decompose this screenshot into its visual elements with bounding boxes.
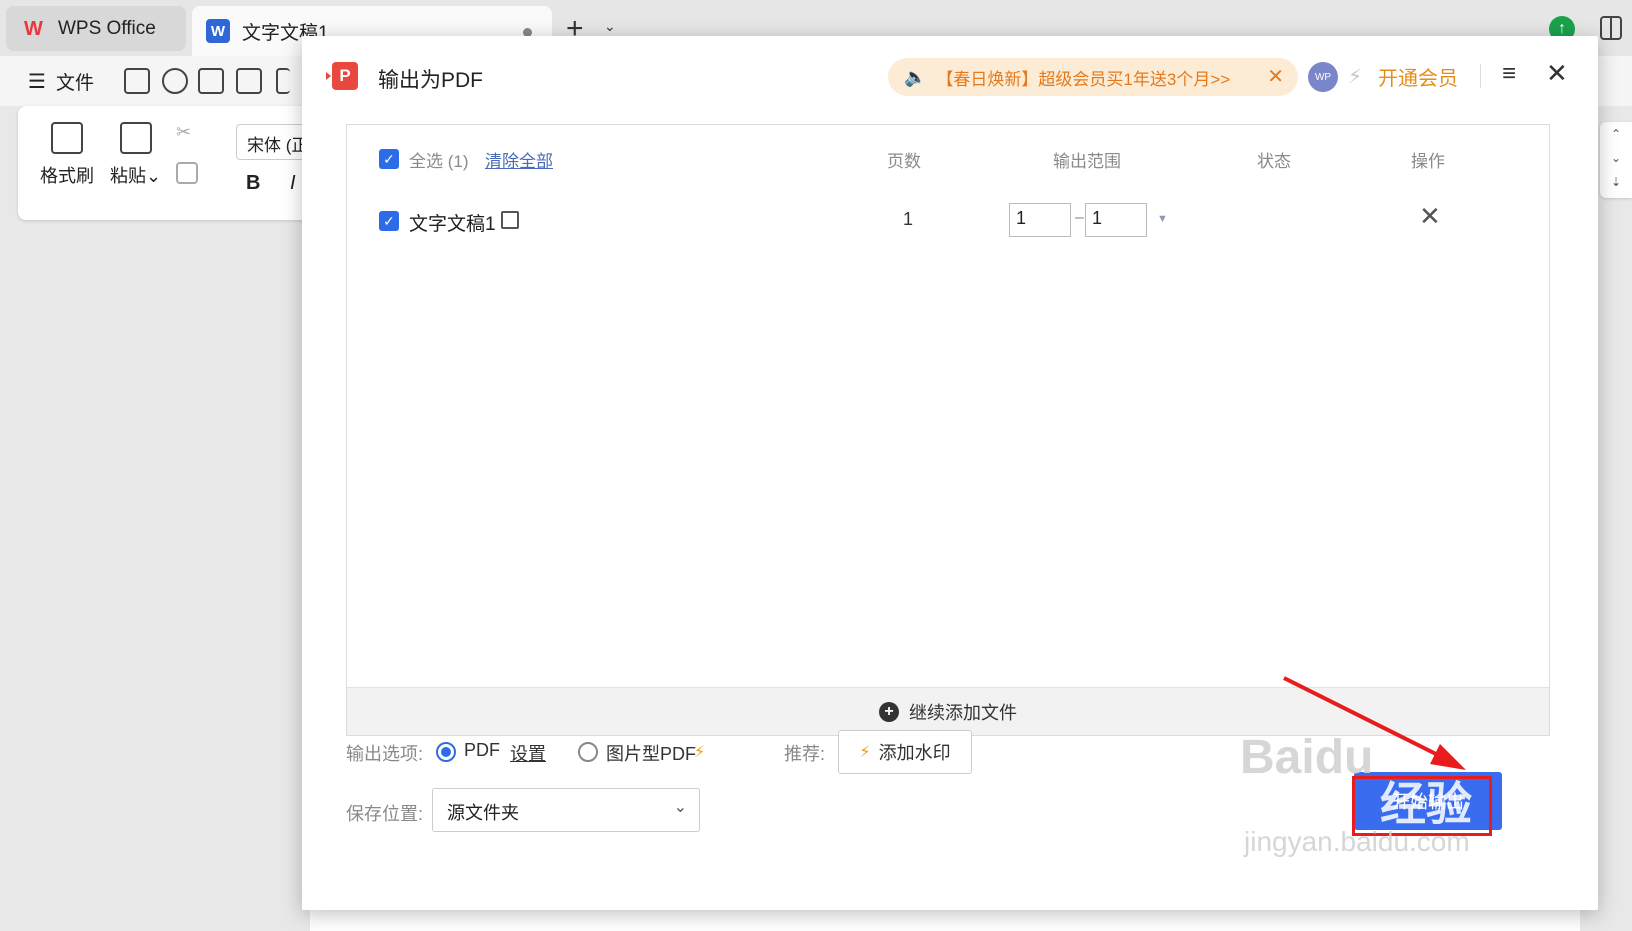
jingyan-watermark: 经验 <box>1380 778 1472 830</box>
range-to-input[interactable]: 1 <box>1085 203 1147 237</box>
format-brush-icon <box>51 122 83 154</box>
select-all-checkbox[interactable]: ✓ <box>379 149 399 169</box>
column-header-action: 操作 <box>1411 152 1445 171</box>
recommend-label: 推荐: <box>784 744 826 764</box>
hamburger-icon: ☰ <box>28 71 46 93</box>
range-dash: – <box>1075 209 1084 226</box>
add-watermark-label: 添加水印 <box>878 743 951 763</box>
open-membership-link[interactable]: 开通会员 <box>1378 62 1458 91</box>
column-header-status: 状态 <box>1257 152 1291 171</box>
promo-banner[interactable]: 🔈 【春日焕新】超级会员买1年送3个月>> ✕ <box>888 58 1298 96</box>
ribbon-scroll-strip: ⌃ ⌄ ⇣ <box>1600 122 1632 198</box>
range-from-input[interactable]: 1 <box>1009 203 1071 237</box>
save-location-select[interactable]: 源文件夹 ⌄ <box>432 788 700 832</box>
file-name: 文字文稿1 <box>409 214 496 235</box>
pdf-settings-link[interactable]: 设置 <box>510 740 546 766</box>
undo-icon[interactable] <box>276 68 290 94</box>
save-location-value: 源文件夹 <box>447 803 519 823</box>
dialog-header: P 输出为PDF 🔈 【春日焕新】超级会员买1年送3个月>> ✕ WP ⚡ 开通… <box>302 36 1598 112</box>
file-list: ✓ 全选 (1) 清除全部 页数 输出范围 状态 操作 ✓ 文字文稿1 1 1 … <box>346 124 1550 736</box>
avatar[interactable]: WP <box>1308 62 1338 92</box>
clear-all-link[interactable]: 清除全部 <box>485 147 553 172</box>
dialog-title: 输出为PDF <box>378 69 483 92</box>
file-menu-label: 文件 <box>55 73 94 94</box>
tab-list-chevron-icon[interactable]: ⌄ <box>604 18 616 35</box>
vip-lightning-icon: ⚡ <box>1348 66 1363 88</box>
paste-icon <box>119 122 152 154</box>
bold-button[interactable]: B <box>246 172 260 195</box>
watermark-vip-icon: ⚡ <box>859 744 871 761</box>
copy-icon <box>176 162 198 184</box>
tab-home-label: WPS Office <box>58 17 156 39</box>
select-all-label[interactable]: 全选 (1) <box>409 147 469 172</box>
file-menu-button[interactable]: ☰ 文件 <box>28 68 94 95</box>
side-panel-icon[interactable] <box>1600 16 1622 40</box>
speaker-icon: 🔈 <box>904 66 927 87</box>
remove-file-icon[interactable]: ✕ <box>1419 201 1441 232</box>
pdf-option-label[interactable]: PDF <box>464 740 500 761</box>
watermark-url: jingyan.baidu.com <box>1244 826 1470 857</box>
baidu-watermark: Baidu <box>1240 731 1374 784</box>
add-more-files-label: 继续添加文件 <box>909 702 1017 723</box>
range-dropdown-icon[interactable]: ▼ <box>1157 213 1168 225</box>
dialog-menu-icon[interactable]: ≡ <box>1502 60 1516 88</box>
add-watermark-button[interactable]: ⚡ 添加水印 <box>838 730 972 774</box>
scroll-up-icon[interactable]: ⌃ <box>1600 122 1632 146</box>
cut-button[interactable]: ✂ <box>176 122 191 143</box>
print-icon[interactable] <box>198 68 224 94</box>
pdf-logo-icon: P <box>326 62 358 90</box>
print-preview-icon[interactable] <box>236 68 262 94</box>
promo-close-icon[interactable]: ✕ <box>1267 64 1284 89</box>
column-header-range: 输出范围 <box>1053 152 1121 171</box>
header-divider <box>1480 64 1481 88</box>
plus-circle-icon: + <box>879 701 899 722</box>
paste-chevron-icon: ⌄ <box>146 166 162 186</box>
edit-name-icon[interactable] <box>501 211 519 229</box>
wps-logo-icon: W <box>24 17 43 40</box>
vip-badge-icon: ⚡ <box>694 744 706 761</box>
expand-ribbon-icon[interactable]: ⇣ <box>1600 170 1632 194</box>
scissors-icon: ✂ <box>176 122 192 142</box>
share-icon[interactable] <box>162 68 188 94</box>
paste-label: 粘贴 <box>110 166 146 186</box>
scroll-down-icon[interactable]: ⌄ <box>1600 146 1632 170</box>
pdf-radio[interactable] <box>436 742 456 762</box>
output-options-label: 输出选项: <box>346 744 424 764</box>
paste-button[interactable]: 粘贴⌄ <box>110 122 161 188</box>
chevron-down-icon: ⌄ <box>673 799 687 816</box>
copy-button[interactable] <box>176 162 198 192</box>
format-brush-label: 格式刷 <box>40 166 94 186</box>
dialog-close-icon[interactable]: ✕ <box>1546 58 1568 89</box>
italic-button[interactable]: I <box>290 172 296 195</box>
add-more-files-button[interactable]: + 继续添加文件 <box>347 687 1549 735</box>
format-brush-button[interactable]: 格式刷 <box>40 122 94 188</box>
image-pdf-radio[interactable] <box>578 742 598 762</box>
file-page-count: 1 <box>903 209 914 229</box>
save-location-label: 保存位置: <box>346 804 424 824</box>
promo-text[interactable]: 【春日焕新】超级会员买1年送3个月>> <box>936 65 1230 90</box>
save-icon[interactable] <box>124 68 150 94</box>
tab-home[interactable]: W WPS Office <box>6 6 186 51</box>
file-row-checkbox[interactable]: ✓ <box>379 211 399 231</box>
column-header-pages: 页数 <box>887 152 921 171</box>
writer-doc-icon: W <box>206 19 230 43</box>
image-pdf-option-label[interactable]: 图片型PDF <box>606 740 696 766</box>
